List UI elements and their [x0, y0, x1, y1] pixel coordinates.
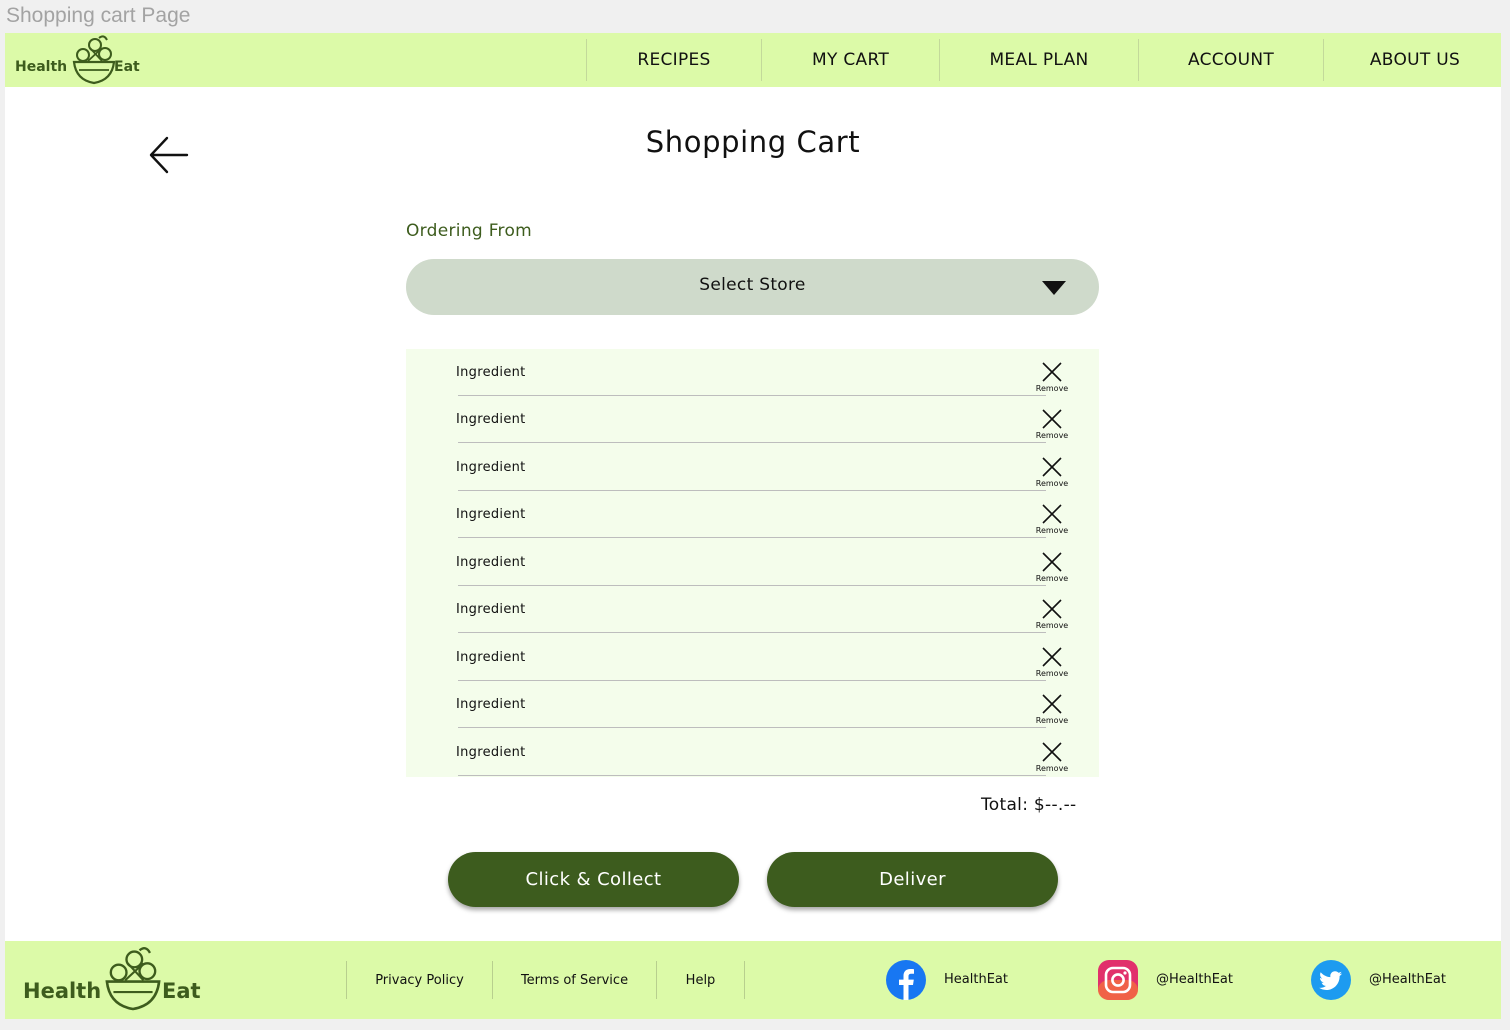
nav-my-cart[interactable]: MY CART	[761, 39, 939, 81]
cart-item-row: Ingredient Remove	[406, 586, 1099, 633]
cart-item-row: Ingredient Remove	[406, 491, 1099, 538]
salad-bowl-icon	[72, 35, 116, 85]
remove-label: Remove	[1035, 716, 1069, 725]
cart-item-row: Ingredient Remove	[406, 539, 1099, 586]
top-navbar: Health Eat RECIPES MY CART MEAL PLAN ACC…	[5, 33, 1501, 87]
logo-word-health: Health	[23, 979, 102, 1003]
nav-recipes[interactable]: RECIPES	[586, 39, 761, 81]
remove-item-button[interactable]: Remove	[1030, 552, 1074, 586]
store-select-dropdown[interactable]: Select Store	[406, 259, 1099, 315]
remove-label: Remove	[1035, 384, 1069, 393]
privacy-policy-link[interactable]: Privacy Policy	[346, 961, 492, 999]
remove-item-button[interactable]: Remove	[1030, 647, 1074, 681]
twitter-icon	[1311, 960, 1351, 1000]
remove-label: Remove	[1035, 764, 1069, 773]
cart-item-row: Ingredient Remove	[406, 396, 1099, 443]
ingredient-name: Ingredient	[456, 365, 526, 380]
terms-of-service-link[interactable]: Terms of Service	[492, 961, 656, 999]
remove-item-button[interactable]: Remove	[1030, 599, 1074, 633]
cart-item-row: Ingredient Remove	[406, 634, 1099, 681]
remove-item-button[interactable]: Remove	[1030, 457, 1074, 491]
remove-label: Remove	[1035, 526, 1069, 535]
ingredient-name: Ingredient	[456, 697, 526, 712]
close-icon	[1042, 362, 1062, 382]
frame-title: Shopping cart Page	[6, 4, 191, 27]
page-title: Shopping Cart	[645, 125, 861, 159]
remove-item-button[interactable]: Remove	[1030, 694, 1074, 728]
close-icon	[1042, 457, 1062, 477]
remove-item-button[interactable]: Remove	[1030, 409, 1074, 443]
remove-label: Remove	[1035, 431, 1069, 440]
click-collect-button[interactable]: Click & Collect	[448, 852, 739, 907]
store-select-value: Select Store	[699, 275, 806, 295]
facebook-handle: HealthEat	[944, 972, 1008, 987]
logo-word-eat: Eat	[114, 59, 140, 75]
close-icon	[1042, 504, 1062, 524]
cart-item-row: Ingredient Remove	[406, 681, 1099, 728]
row-divider	[458, 632, 1046, 633]
footer: Health Eat Privacy Policy Terms of Servi…	[5, 941, 1501, 1019]
close-icon	[1042, 409, 1062, 429]
close-icon	[1042, 742, 1062, 762]
close-icon	[1042, 647, 1062, 667]
healtheat-footer-logo[interactable]: Health Eat	[21, 941, 211, 1019]
ingredient-name: Ingredient	[456, 507, 526, 522]
salad-bowl-icon	[105, 947, 161, 1011]
instagram-handle: @HealthEat	[1156, 972, 1233, 987]
row-divider	[458, 537, 1046, 538]
cart-item-row: Ingredient Remove	[406, 444, 1099, 491]
remove-item-button[interactable]: Remove	[1030, 504, 1074, 538]
footer-links: Privacy Policy Terms of Service Help	[346, 961, 745, 999]
cart-item-row: Ingredient Remove	[406, 349, 1099, 396]
help-link[interactable]: Help	[656, 961, 745, 999]
close-icon	[1042, 599, 1062, 619]
logo-word-eat: Eat	[162, 979, 201, 1003]
healtheat-logo[interactable]: Health Eat	[13, 33, 143, 87]
ingredient-name: Ingredient	[456, 555, 526, 570]
facebook-icon	[886, 960, 926, 1000]
nav-about-us[interactable]: ABOUT US	[1323, 39, 1501, 81]
ingredient-name: Ingredient	[456, 460, 526, 475]
remove-label: Remove	[1035, 479, 1069, 488]
nav-account[interactable]: ACCOUNT	[1138, 39, 1323, 81]
remove-item-button[interactable]: Remove	[1030, 742, 1074, 776]
close-icon	[1042, 552, 1062, 572]
remove-label: Remove	[1035, 669, 1069, 678]
remove-label: Remove	[1035, 621, 1069, 630]
row-divider	[458, 727, 1046, 728]
logo-word-health: Health	[15, 59, 68, 75]
ingredient-name: Ingredient	[456, 602, 526, 617]
twitter-handle: @HealthEat	[1369, 972, 1446, 987]
row-divider	[458, 442, 1046, 443]
remove-item-button[interactable]: Remove	[1030, 362, 1074, 396]
ingredient-name: Ingredient	[456, 650, 526, 665]
chevron-down-icon	[1042, 281, 1066, 295]
cart-item-row: Ingredient Remove	[406, 729, 1099, 776]
cart-item-list: Ingredient Remove Ingredient Remove Ingr…	[406, 349, 1099, 777]
ingredient-name: Ingredient	[456, 412, 526, 427]
main-nav: RECIPES MY CART MEAL PLAN ACCOUNT ABOUT …	[586, 39, 1501, 81]
ordering-from-label: Ordering From	[406, 221, 533, 241]
cart-total: Total: $--.--	[981, 795, 1077, 815]
close-icon	[1042, 694, 1062, 714]
ingredient-name: Ingredient	[456, 745, 526, 760]
nav-meal-plan[interactable]: MEAL PLAN	[939, 39, 1138, 81]
instagram-icon	[1098, 960, 1138, 1000]
page-frame: Health Eat RECIPES MY CART MEAL PLAN ACC…	[5, 33, 1501, 1019]
row-divider	[458, 775, 1046, 776]
remove-label: Remove	[1035, 574, 1069, 583]
deliver-button[interactable]: Deliver	[767, 852, 1058, 907]
